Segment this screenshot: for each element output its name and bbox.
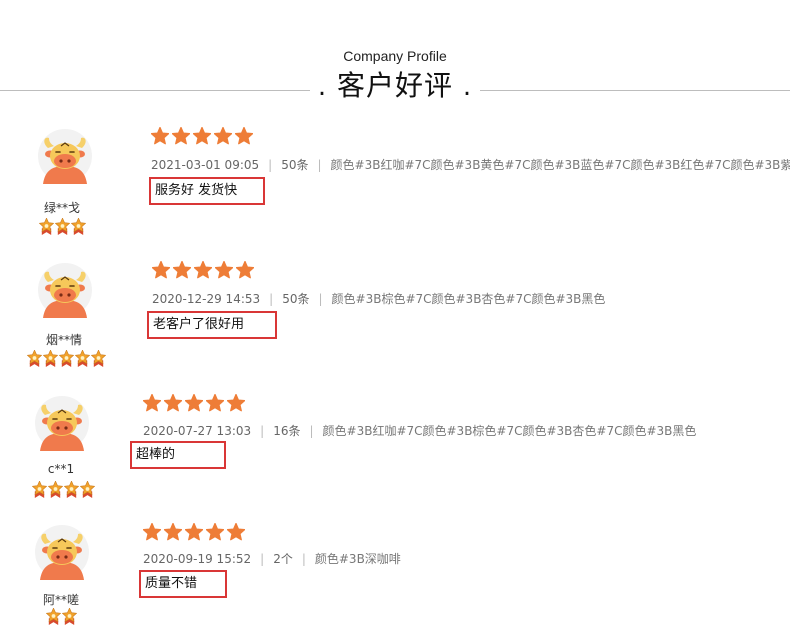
review-meta: 2020-09-19 15:52 | 2个 | 颜色#3B深咖啡: [143, 552, 401, 566]
divider-right: [480, 90, 790, 91]
crown-badge-icon: [39, 218, 54, 235]
crown-badge-icon: [64, 481, 79, 498]
crown-badge-icon: [75, 350, 90, 367]
reviewer-level-badges: [32, 481, 95, 499]
purchase-count: 50条: [282, 292, 310, 306]
star-icon: [206, 394, 224, 412]
review-comment: 服务好 发货快: [149, 177, 265, 205]
star-icon: [214, 127, 232, 145]
star-icon: [151, 127, 169, 145]
reviewer-name: 烟**情: [45, 333, 82, 347]
reviewer-name: 绿**戈: [43, 201, 80, 215]
review-meta: 2020-12-29 14:53 | 50条 | 颜色#3B棕色#7C颜色#3B杏色#7…: [152, 292, 606, 306]
title-text: 客户好评: [336, 69, 453, 102]
review-meta: 2020-07-27 13:03 | 16条 | 颜色#3B红咖#7C颜色#3B棕色#7…: [143, 424, 697, 438]
review-comment: 质量不错: [139, 570, 227, 598]
crown-badge-icon: [91, 350, 106, 367]
crown-badge-icon: [71, 218, 86, 235]
star-icon: [193, 127, 211, 145]
review-date: 2020-12-29 14:53: [152, 292, 261, 306]
star-icon: [215, 261, 233, 279]
crown-badge-icon: [55, 218, 70, 235]
review-date: 2021-03-01 09:05: [151, 158, 260, 172]
star-icon: [235, 127, 253, 145]
rating-stars: [143, 523, 245, 541]
star-icon: [227, 523, 245, 541]
reviewer-level-badges: [46, 608, 77, 626]
star-icon: [194, 261, 212, 279]
star-icon: [143, 394, 161, 412]
review-comment: 超棒的: [130, 441, 226, 469]
crown-badge-icon: [27, 350, 42, 367]
reviewer-level-badges: [39, 218, 86, 236]
reviewer-name: 阿**嗟: [42, 593, 79, 607]
star-icon: [236, 261, 254, 279]
review-comment: 老客户了很好用: [147, 311, 277, 339]
crown-badge-icon: [80, 481, 95, 498]
ox-avatar-icon: [37, 128, 93, 184]
star-icon: [172, 127, 190, 145]
product-spec: 颜色#3B红咖#7C颜色#3B棕色#7C颜色#3B杏色#7C颜色#3B黑色: [322, 424, 697, 438]
crown-badge-icon: [59, 350, 74, 367]
star-icon: [185, 394, 203, 412]
crown-badge-icon: [48, 481, 63, 498]
ox-avatar-icon: [34, 395, 90, 451]
section-header: Company Profile . 客户好评 .: [0, 0, 790, 110]
product-spec: 颜色#3B深咖啡: [314, 552, 401, 566]
star-icon: [152, 261, 170, 279]
star-icon: [173, 261, 191, 279]
product-spec: 颜色#3B棕色#7C颜色#3B杏色#7C颜色#3B黑色: [331, 292, 606, 306]
star-icon: [164, 523, 182, 541]
rating-stars: [151, 127, 253, 145]
title-dot-right: .: [462, 72, 473, 102]
ox-avatar-icon: [34, 524, 90, 580]
section-subtitle: Company Profile: [343, 48, 447, 64]
rating-stars: [152, 261, 254, 279]
ox-avatar-icon: [37, 262, 93, 318]
title-dot-left: .: [317, 72, 328, 102]
rating-stars: [143, 394, 245, 412]
purchase-count: 2个: [273, 552, 293, 566]
product-spec: 颜色#3B红咖#7C颜色#3B黄色#7C颜色#3B蓝色#7C颜色#3B红色#7C…: [330, 158, 790, 172]
divider-left: [0, 90, 310, 91]
crown-badge-icon: [62, 608, 77, 625]
star-icon: [143, 523, 161, 541]
reviewer-name: c**1: [47, 462, 75, 476]
star-icon: [206, 523, 224, 541]
reviewer-level-badges: [27, 350, 106, 368]
crown-badge-icon: [46, 608, 61, 625]
purchase-count: 16条: [273, 424, 301, 438]
review-meta: 2021-03-01 09:05 | 50条 | 颜色#3B红咖#7C颜色#3B黄色#7…: [151, 156, 790, 173]
purchase-count: 50条: [281, 158, 309, 172]
crown-badge-icon: [43, 350, 58, 367]
star-icon: [164, 394, 182, 412]
review-date: 2020-07-27 13:03: [143, 424, 252, 438]
star-icon: [227, 394, 245, 412]
star-icon: [185, 523, 203, 541]
review-date: 2020-09-19 15:52: [143, 552, 252, 566]
section-title: . 客户好评 .: [312, 64, 478, 104]
crown-badge-icon: [32, 481, 47, 498]
